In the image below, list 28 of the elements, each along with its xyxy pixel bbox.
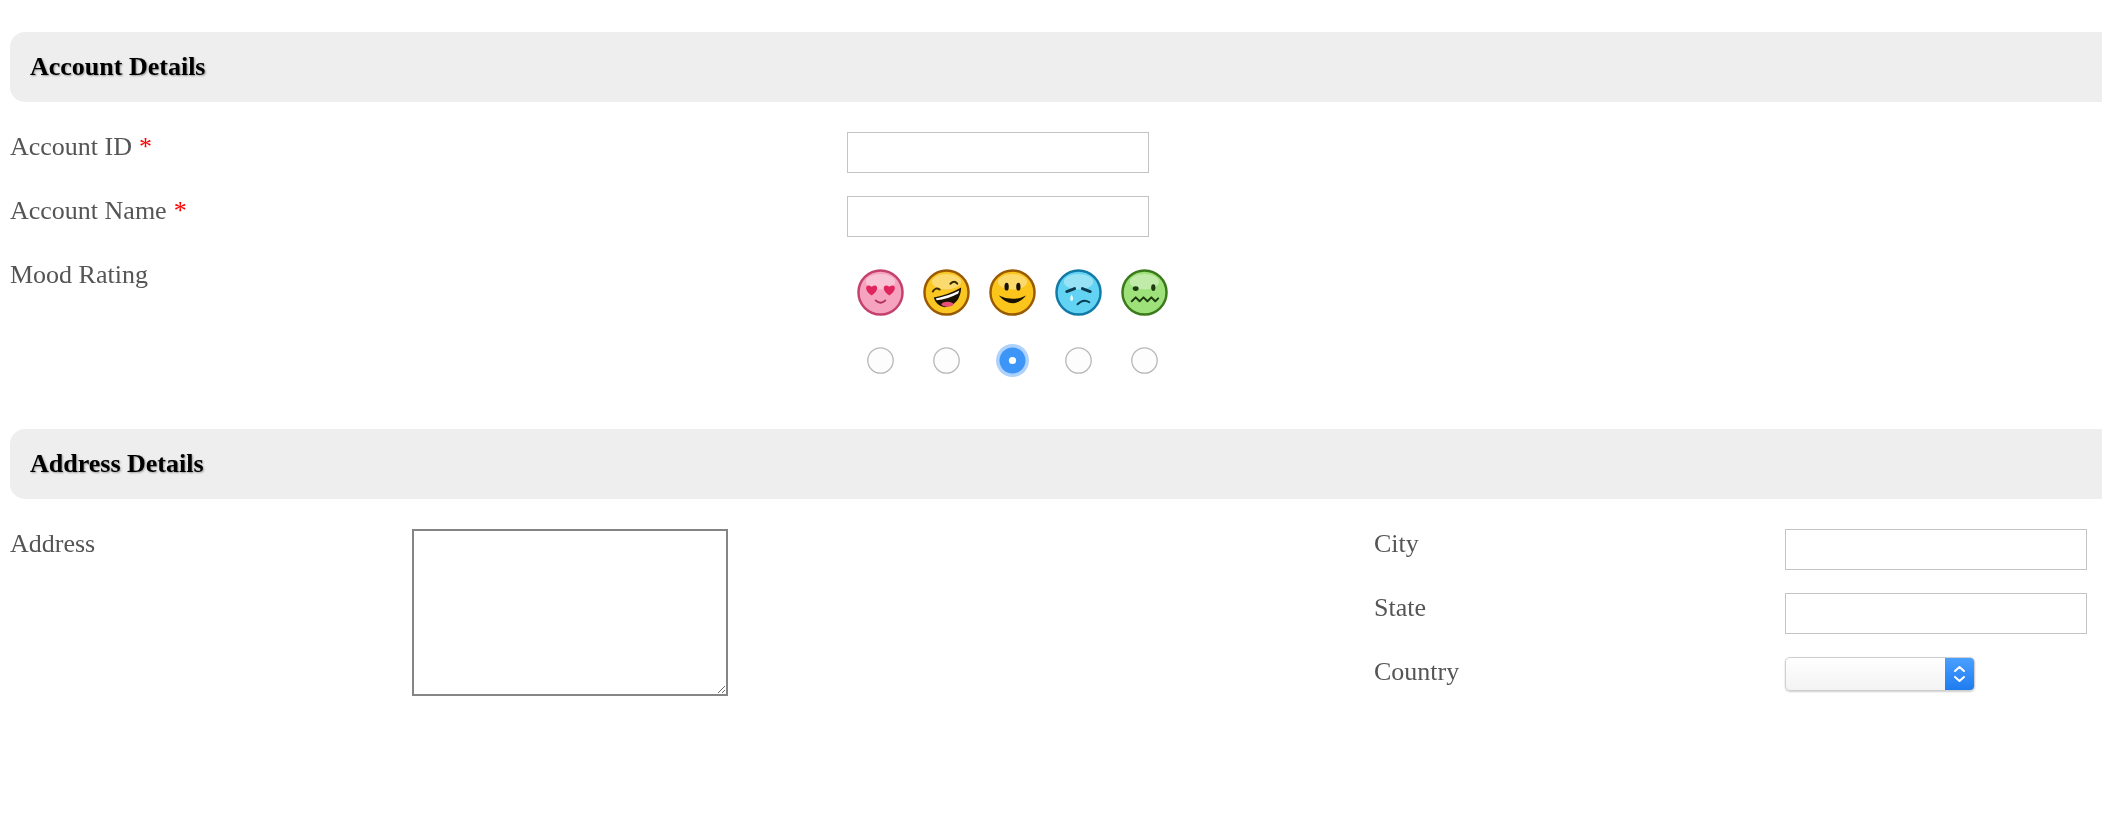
textarea-field[interactable] xyxy=(412,529,728,696)
field-label: Account ID xyxy=(10,132,132,162)
section-header: Address Details xyxy=(10,429,2102,499)
field-label: Country xyxy=(1374,657,1460,687)
up-down-chevron-icon xyxy=(1945,658,1974,690)
text-field[interactable] xyxy=(847,196,1149,237)
heart-eyes-face-icon xyxy=(856,269,904,316)
field-label: State xyxy=(1374,593,1426,623)
smiling-face-icon xyxy=(988,269,1036,316)
radio-button[interactable] xyxy=(866,347,894,374)
radio-button[interactable] xyxy=(932,347,960,374)
text-field[interactable] xyxy=(1785,529,2087,570)
text-field[interactable] xyxy=(847,132,1149,173)
dropdown-select[interactable] xyxy=(1785,657,1975,691)
sick-face-icon xyxy=(1120,269,1168,316)
field-label: City xyxy=(1374,529,1419,559)
radio-button[interactable] xyxy=(1130,347,1158,374)
laughing-face-icon xyxy=(922,269,970,316)
field-label: Mood Rating xyxy=(10,260,148,290)
required-mark: * xyxy=(173,196,187,226)
field-label: Account Name xyxy=(10,196,167,226)
section-header: Account Details xyxy=(10,32,2102,102)
radio-button[interactable] xyxy=(995,344,1029,377)
field-label: Address xyxy=(10,529,96,559)
text-field[interactable] xyxy=(1785,593,2087,634)
crying-face-icon xyxy=(1054,269,1102,316)
radio-button[interactable] xyxy=(1064,347,1092,374)
required-mark: * xyxy=(139,132,152,162)
